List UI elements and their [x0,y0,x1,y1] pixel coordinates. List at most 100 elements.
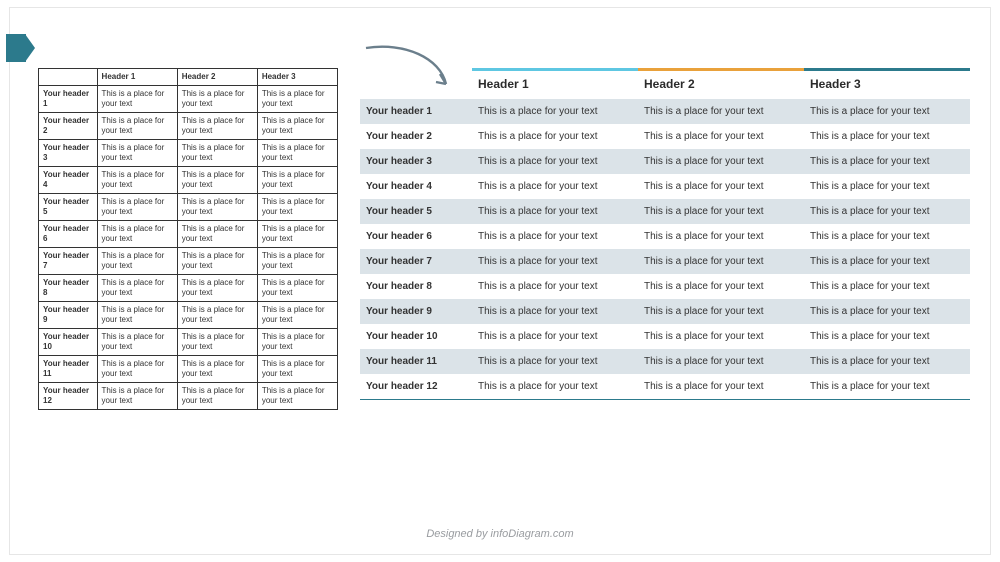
modern-cell: This is a place for your text [638,299,804,324]
table-row: Your header 11 This is a place for your t… [360,349,970,374]
plain-cell: This is a place for your text [257,113,337,140]
modern-cell: This is a place for your text [472,224,638,249]
table-row: Your header 7This is a place for your te… [360,249,970,274]
plain-cell: This is a place for your text [177,167,257,194]
plain-cell: This is a place for your text [97,194,177,221]
slide: Header 1 Header 2 Header 3 Your header 1… [10,8,990,554]
plain-cell: This is a place for your text [97,302,177,329]
plain-table-header-row: Header 1 Header 2 Header 3 [39,69,338,86]
plain-cell: This is a place for your text [257,194,337,221]
plain-cell: This is a place for your text [177,275,257,302]
plain-cell: This is a place for your text [97,356,177,383]
accent-bar [472,68,970,72]
modern-cell: This is a place for your text [804,149,970,174]
plain-cell: This is a place for your text [257,86,337,113]
modern-cell: This is a place for your text [472,149,638,174]
plain-row-label: Your header 10 [39,329,98,356]
modern-cell: This is a place for your text [638,374,804,399]
table-row: Your header 12This is a place for your t… [360,374,970,399]
modern-cell: This is a place for your text [638,249,804,274]
modern-cell: This is a place for your text [804,99,970,124]
modern-header-1: Header 1 [472,73,638,99]
modern-row-label: Your header 4 [360,174,472,199]
modern-cell: This is a place for your text [472,324,638,349]
plain-cell: This is a place for your text [177,86,257,113]
plain-cell: This is a place for your text [97,113,177,140]
modern-cell: This is a place for your text [638,224,804,249]
plain-cell: This is a place for your text [177,329,257,356]
plain-row-label: Your header 5 [39,194,98,221]
modern-header-blank [360,73,472,99]
modern-row-label: Your header 10 [360,324,472,349]
plain-cell: This is a place for your text [257,329,337,356]
plain-cell: This is a place for your text [97,248,177,275]
plain-header-1: Header 1 [97,69,177,86]
plain-cell: This is a place for your text [97,221,177,248]
modern-row-label: Your header 11 [360,349,472,374]
table-row: Your header 6This is a place for your te… [39,221,338,248]
modern-cell: This is a place for your text [804,349,970,374]
modern-cell: This is a place for your text [804,199,970,224]
modern-cell: This is a place for your text [472,124,638,149]
modern-row-label: Your header 9 [360,299,472,324]
modern-table-body: Your header 1This is a place for your te… [360,99,970,400]
content: Header 1 Header 2 Header 3 Your header 1… [38,68,970,410]
accent-color-1 [472,68,638,71]
plain-cell: This is a place for your text [97,167,177,194]
plain-cell: This is a place for your text [97,275,177,302]
modern-cell: This is a place for your text [804,274,970,299]
modern-row-label: Your header 3 [360,149,472,174]
modern-cell: This is a place for your text [804,249,970,274]
plain-row-label: Your header 4 [39,167,98,194]
modern-cell: This is a place for your text [472,374,638,399]
table-row: Your header 5 This is a place for your te… [360,199,970,224]
plain-cell: This is a place for your text [97,383,177,410]
plain-cell: This is a place for your text [97,329,177,356]
accent-color-3 [804,68,970,71]
table-row: Your header 1This is a place for your te… [39,86,338,113]
modern-header-2: Header 2 [638,73,804,99]
plain-header-blank [39,69,98,86]
plain-row-label: Your header 1 [39,86,98,113]
modern-table-header-row: Header 1 Header 2 Header 3 [360,73,970,99]
modern-cell: This is a place for your text [638,199,804,224]
plain-table-body: Your header 1This is a place for your te… [39,86,338,410]
modern-cell: This is a place for your text [804,224,970,249]
plain-cell: This is a place for your text [257,356,337,383]
plain-header-3: Header 3 [257,69,337,86]
modern-cell: This is a place for your text [638,349,804,374]
modern-row-label: Your header 5 [360,199,472,224]
plain-cell: This is a place for your text [257,383,337,410]
modern-row-label: Your header 2 [360,124,472,149]
plain-cell: This is a place for your text [177,248,257,275]
modern-cell: This is a place for your text [472,249,638,274]
plain-cell: This is a place for your text [177,140,257,167]
plain-cell: This is a place for your text [257,302,337,329]
modern-row-label: Your header 6 [360,224,472,249]
plain-row-label: Your header 7 [39,248,98,275]
modern-row-label: Your header 12 [360,374,472,399]
modern-header-3: Header 3 [804,73,970,99]
table-row: Your header 5This is a place for your te… [39,194,338,221]
table-row: Your header 1This is a place for your te… [360,99,970,124]
modern-cell: This is a place for your text [472,99,638,124]
plain-row-label: Your header 6 [39,221,98,248]
plain-cell: This is a place for your text [97,86,177,113]
modern-cell: This is a place for your text [804,324,970,349]
modern-cell: This is a place for your text [804,374,970,399]
table-row: Your header 3This is a place for your te… [39,140,338,167]
plain-cell: This is a place for your text [177,383,257,410]
plain-cell: This is a place for your text [257,167,337,194]
plain-cell: This is a place for your text [177,302,257,329]
modern-cell: This is a place for your text [638,124,804,149]
plain-cell: This is a place for your text [257,140,337,167]
accent-color-2 [638,68,804,71]
table-row: Your header 8This is a place for your te… [39,275,338,302]
modern-cell: This is a place for your text [804,174,970,199]
table-row: Your header 9 This is a place for your te… [360,299,970,324]
plain-row-label: Your header 2 [39,113,98,140]
table-row: Your header 4 This is a place for your te… [360,174,970,199]
plain-cell: This is a place for your text [177,221,257,248]
modern-cell: This is a place for your text [638,149,804,174]
table-row: Your header 8This is a place for your te… [360,274,970,299]
